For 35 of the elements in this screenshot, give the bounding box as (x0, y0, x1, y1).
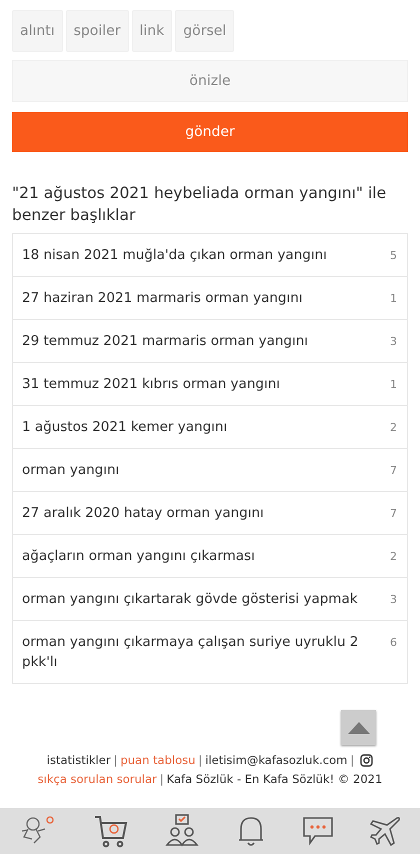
footer-link[interactable]: istatistikler (46, 751, 111, 770)
separator: | (114, 752, 118, 769)
entry-count: 2 (390, 549, 397, 563)
topic-link[interactable]: 31 temmuz 2021 kıbrıs orman yangını (22, 374, 280, 394)
entry-count: 2 (390, 420, 397, 434)
chat-icon[interactable] (300, 815, 335, 847)
topic-link[interactable]: 18 nisan 2021 muğla'da çıkan orman yangını (22, 245, 327, 265)
plane-icon[interactable] (370, 815, 402, 847)
copyright-text: Kafa Sözlük - En Kafa Sözlük! © 2021 (166, 771, 382, 788)
topic-link[interactable]: orman yangını çıkartarak gövde gösterisi yapmak (22, 589, 358, 609)
cart-icon[interactable] (92, 814, 129, 848)
topic-link[interactable]: ağaçların orman yangını çıkarması (22, 546, 255, 566)
entry-count: 7 (390, 463, 397, 477)
topic-link[interactable]: 29 temmuz 2021 marmaris orman yangını (22, 331, 308, 351)
entry-count: 3 (390, 334, 397, 348)
entry-count: 1 (390, 377, 397, 391)
entry-count: 5 (390, 248, 397, 262)
entry-count: 6 (390, 635, 397, 649)
arrow-up-icon (348, 722, 370, 734)
scroll-top-button[interactable] (341, 710, 376, 745)
footer-link[interactable]: iletisim@kafasozluk.com (205, 751, 348, 770)
separator: | (160, 771, 164, 788)
people-icon[interactable] (164, 814, 200, 848)
entry-count: 1 (390, 291, 397, 305)
topic-link[interactable]: orman yangını (22, 460, 120, 480)
entry-count: 3 (390, 592, 397, 606)
instagram-icon[interactable] (360, 754, 374, 767)
topic-link[interactable]: orman yangını çıkarmaya çalışan suriye uyruklu 2 pkk'lı (22, 632, 384, 672)
topic-link[interactable]: 27 aralık 2020 hatay orman yangını (22, 503, 264, 523)
separator: | (198, 752, 202, 769)
entry-count: 7 (390, 506, 397, 520)
topic-link[interactable]: 1 ağustos 2021 kemer yangını (22, 417, 228, 437)
section-heading: "21 ağustos 2021 heybeliada orman yangını" ile benzer başlıklar (12, 183, 388, 226)
topic-link[interactable]: 27 haziran 2021 marmaris orman yangını (22, 288, 303, 308)
separator: | (350, 752, 354, 769)
